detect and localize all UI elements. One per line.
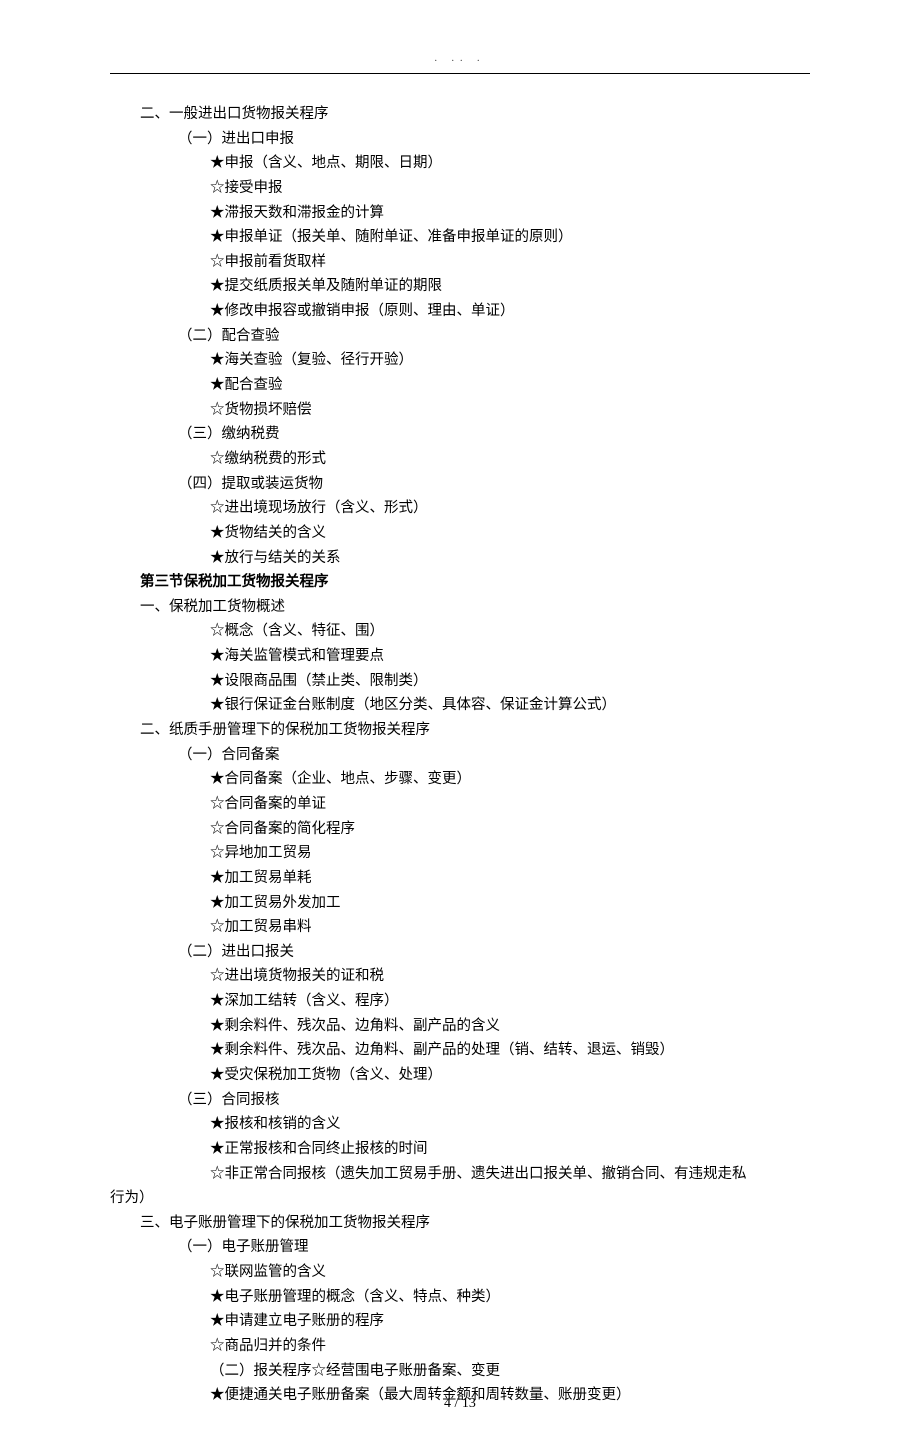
- document-page: . .. . 二、一般进出口货物报关程序（一）进出口申报★申报（含义、地点、期限…: [0, 0, 920, 1448]
- text-line: （一）进出口申报: [178, 127, 810, 152]
- text-line: （二）进出口报关: [178, 940, 810, 965]
- text-line: ★剩余料件、残次品、边角料、副产品的处理（销、结转、退运、销毁）: [210, 1038, 810, 1063]
- text-line: （二）报关程序☆经营围电子账册备案、变更: [210, 1359, 810, 1384]
- text-line: ☆概念（含义、特征、围）: [210, 619, 810, 644]
- text-line: （三）合同报核: [178, 1088, 810, 1113]
- text-line: ☆进出境现场放行（含义、形式）: [210, 496, 810, 521]
- document-content: 二、一般进出口货物报关程序（一）进出口申报★申报（含义、地点、期限、日期）☆接受…: [110, 102, 810, 1408]
- text-line: ★配合查验: [210, 373, 810, 398]
- text-line: ★深加工结转（含义、程序）: [210, 989, 810, 1014]
- text-line: 一、保税加工货物概述: [140, 595, 810, 620]
- text-line: ★提交纸质报关单及随附单证的期限: [210, 274, 810, 299]
- text-line: ★电子账册管理的概念（含义、特点、种类）: [210, 1285, 810, 1310]
- text-line: ★受灾保税加工货物（含义、处理）: [210, 1063, 810, 1088]
- text-line: ☆异地加工贸易: [210, 841, 810, 866]
- text-line: ★银行保证金台账制度（地区分类、具体容、保证金计算公式）: [210, 693, 810, 718]
- text-line: ☆进出境货物报关的证和税: [210, 964, 810, 989]
- text-line: ★货物结关的含义: [210, 521, 810, 546]
- text-line: （一）合同备案: [178, 743, 810, 768]
- text-line: ☆合同备案的单证: [210, 792, 810, 817]
- text-line: 行为）: [110, 1186, 810, 1211]
- text-line: （二）配合查验: [178, 324, 810, 349]
- text-line: ☆货物损坏赔偿: [210, 398, 810, 423]
- text-line: ★申报（含义、地点、期限、日期）: [210, 151, 810, 176]
- text-line: （三）缴纳税费: [178, 422, 810, 447]
- header-marks: . .. .: [110, 50, 810, 67]
- text-line: ★加工贸易单耗: [210, 866, 810, 891]
- text-line: 三、电子账册管理下的保税加工货物报关程序: [140, 1211, 810, 1236]
- text-line: ★申报单证（报关单、随附单证、准备申报单证的原则）: [210, 225, 810, 250]
- header-rule: [110, 73, 810, 74]
- text-line: ★修改申报容或撤销申报（原则、理由、单证）: [210, 299, 810, 324]
- text-line: ★设限商品围（禁止类、限制类）: [210, 669, 810, 694]
- text-line: ★滞报天数和滞报金的计算: [210, 201, 810, 226]
- text-line: （四）提取或装运货物: [178, 472, 810, 497]
- text-line: ☆申报前看货取样: [210, 250, 810, 275]
- text-line: （一）电子账册管理: [178, 1235, 810, 1260]
- text-line: ☆加工贸易串料: [210, 915, 810, 940]
- text-line: 二、一般进出口货物报关程序: [140, 102, 810, 127]
- text-line: ☆非正常合同报核（遗失加工贸易手册、遗失进出口报关单、撤销合同、有违规走私: [210, 1162, 810, 1187]
- text-line: ☆商品归并的条件: [210, 1334, 810, 1359]
- text-line: 二、纸质手册管理下的保税加工货物报关程序: [140, 718, 810, 743]
- text-line: 第三节保税加工货物报关程序: [140, 570, 810, 595]
- text-line: ★正常报核和合同终止报核的时间: [210, 1137, 810, 1162]
- text-line: ☆联网监管的含义: [210, 1260, 810, 1285]
- text-line: ★海关查验（复验、径行开验）: [210, 348, 810, 373]
- text-line: ★报核和核销的含义: [210, 1112, 810, 1137]
- text-line: ★海关监管模式和管理要点: [210, 644, 810, 669]
- text-line: ★加工贸易外发加工: [210, 891, 810, 916]
- text-line: ☆接受申报: [210, 176, 810, 201]
- page-footer: 4 / 13: [0, 1392, 920, 1416]
- text-line: ★放行与结关的关系: [210, 546, 810, 571]
- text-line: ☆合同备案的简化程序: [210, 817, 810, 842]
- text-line: ☆缴纳税费的形式: [210, 447, 810, 472]
- text-line: ★剩余料件、残次品、边角料、副产品的含义: [210, 1014, 810, 1039]
- text-line: ★申请建立电子账册的程序: [210, 1309, 810, 1334]
- text-line: ★合同备案（企业、地点、步骤、变更）: [210, 767, 810, 792]
